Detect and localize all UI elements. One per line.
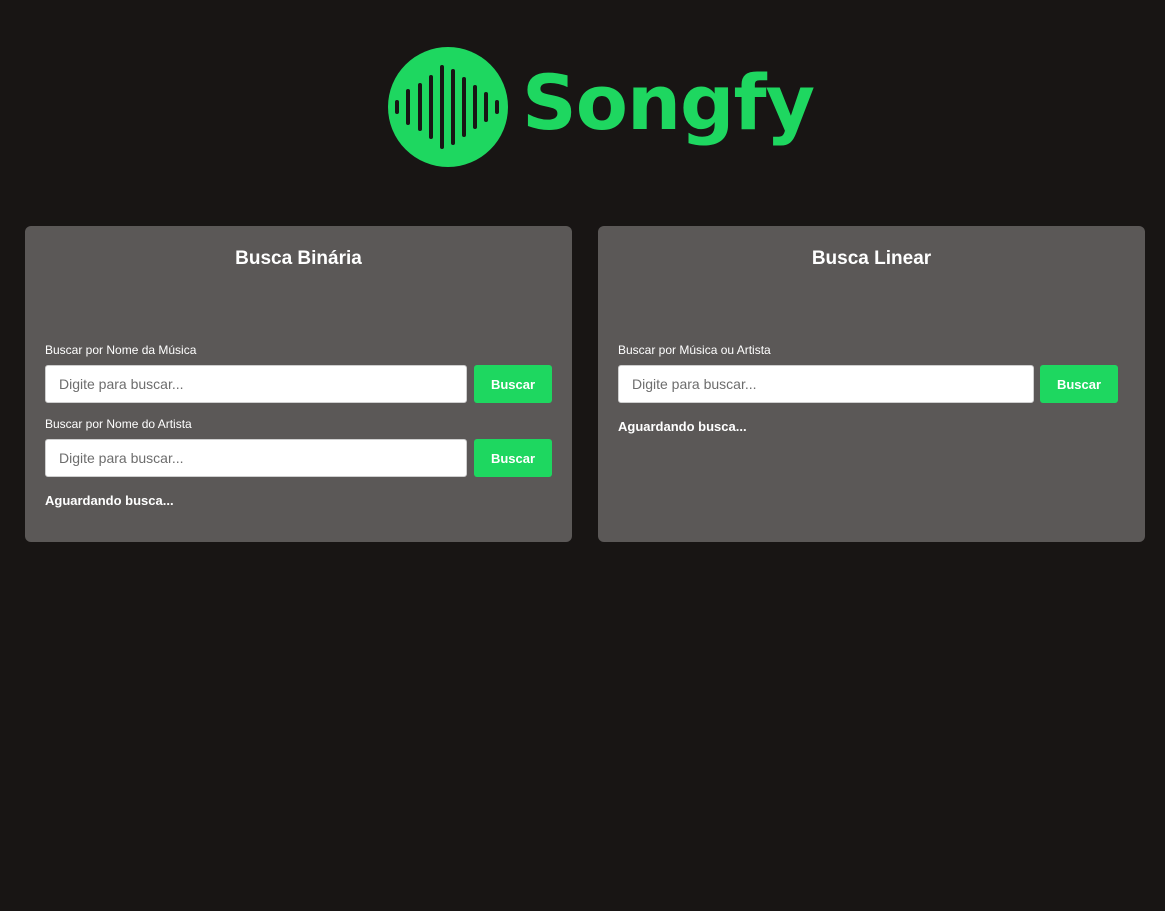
song-name-search-input[interactable] [45,365,467,403]
linear-search-status: Aguardando busca... [618,419,747,434]
linear-search-title: Busca Linear [811,248,932,269]
binary-search-status: Aguardando busca... [45,493,174,508]
linear-search-panel: Busca Linear Buscar por Música ou Artist… [598,226,1145,542]
brand-logo: Songfy [388,46,815,168]
artist-name-search-input[interactable] [45,439,467,477]
artist-search-button[interactable]: Buscar [474,439,552,477]
sound-wave-icon [388,47,508,167]
brand-name: Songfy [522,58,815,147]
song-or-artist-label: Buscar por Música ou Artista [618,343,771,357]
binary-search-panel: Busca Binária Buscar por Nome da Música … [25,226,572,542]
binary-search-title: Busca Binária [235,248,362,269]
song-search-button[interactable]: Buscar [474,365,552,403]
song-name-label: Buscar por Nome da Música [45,343,197,357]
artist-name-label: Buscar por Nome do Artista [45,417,192,431]
song-or-artist-search-input[interactable] [618,365,1034,403]
linear-search-button[interactable]: Buscar [1040,365,1118,403]
